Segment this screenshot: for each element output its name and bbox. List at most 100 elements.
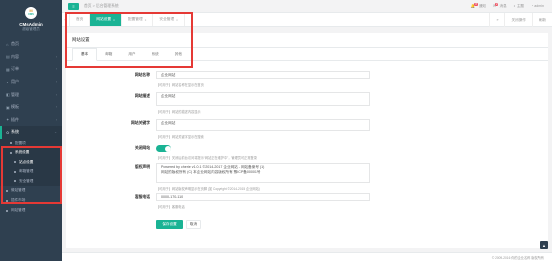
account-link[interactable]: ◔ admin — [531, 4, 544, 8]
account-label: admin — [534, 4, 544, 8]
sidebar-item-microsite[interactable]: 微站管理 — [0, 186, 62, 196]
sidebar-item-site-manage[interactable]: 网站管理 — [0, 206, 62, 216]
sidebar-subitem-config[interactable]: 配置项 — [0, 139, 62, 148]
page-footer: © 2009-2016 你的企业名称 版权所有 — [62, 252, 552, 261]
message-link[interactable]: ✉2 消息 — [493, 2, 507, 9]
main-content: 网站设置 基本 邮箱 用户 系统 其他 网站名称 企业网站 【可用于】网站名称在… — [62, 27, 552, 261]
tabs-next-button[interactable]: » — [489, 13, 504, 27]
refresh-label: 刷新 — [538, 17, 546, 22]
sidebar-submenu: 配置项 系统设置 站点设置 邮箱管理 安全管理 — [0, 138, 62, 186]
tab-site-settings[interactable]: 网站设置 × — [90, 13, 122, 26]
top-header: ≡ 首页 > 后台管理系统 🔔8 通知 ✉2 消息 ◐ 主题 ◔ admin — [62, 0, 552, 13]
sidebar-item-templates[interactable]: ▣ 模板 › — [0, 101, 62, 114]
sidebar-user-panel: M CMS CMsAdmin 超级管理员 — [0, 0, 62, 38]
close-operations-button[interactable]: 关闭操作 — [504, 13, 531, 27]
chevron-right-icon: › — [55, 54, 57, 59]
chevron-right-icon: » — [496, 18, 499, 22]
copyright-textarea[interactable]: Powered by cherie v1.0.1 ©2014-2017 企业网站… — [156, 163, 370, 183]
sidebar-item-label: 用户 — [11, 79, 19, 85]
sidebar-subitem-label: 系统设置 — [15, 150, 30, 155]
notification-label: 通知 — [478, 3, 487, 8]
sidebar-item-label: 订单 — [11, 66, 19, 72]
user-icon: ◔ — [531, 4, 534, 8]
page-title: 网站设置 — [66, 33, 548, 48]
bullet-icon — [14, 161, 16, 164]
bullet-icon — [6, 209, 8, 212]
message-label: 消息 — [499, 3, 507, 8]
site-keywords-textarea[interactable]: 企业网站 — [156, 119, 370, 131]
sidebar-sub-submenu: 站点设置 邮箱管理 安全管理 — [0, 158, 62, 186]
close-site-label: 关闭网站 — [134, 146, 150, 150]
close-icon[interactable]: × — [145, 18, 147, 22]
user-role: 超级管理员 — [22, 26, 40, 31]
sidebar-subitem-security[interactable]: 安全管理 — [0, 176, 62, 185]
site-name-label: 网站名称 — [134, 73, 150, 77]
tab-security[interactable]: 安全管理 × — [153, 13, 185, 26]
close-operations-label: 关闭操作 — [511, 17, 526, 22]
cancel-button[interactable]: 取消 — [186, 220, 201, 229]
bullet-icon — [10, 142, 12, 145]
notification-badge: 8 — [474, 2, 478, 6]
form-tab-mail[interactable]: 邮箱 — [97, 48, 120, 60]
form-tab-basic[interactable]: 基本 — [72, 48, 98, 61]
tabs-prev-button[interactable]: « — [62, 13, 70, 26]
sidebar-item-label: 内容 — [11, 53, 19, 59]
chevron-right-icon: › — [55, 105, 57, 110]
tab-home[interactable]: 首页 — [70, 13, 91, 26]
tab-label: 配置管理 — [127, 17, 143, 21]
tab-label: 安全管理 — [159, 17, 175, 21]
sidebar: M CMS CMsAdmin 超级管理员 ⌂ 首页 ▤ 内容 › ▦ 订单 › … — [0, 0, 62, 261]
save-button[interactable]: 保存设置 — [156, 220, 183, 229]
tab-label: 网站设置 — [96, 17, 112, 21]
sidebar-item-plugin-market[interactable]: 插件市场 — [0, 196, 62, 206]
phone-input[interactable]: 0000-170-110 — [156, 193, 370, 201]
form-tab-user[interactable]: 用户 — [120, 48, 143, 60]
footer-text: © 2009-2016 你的企业名称 版权所有 — [491, 255, 544, 260]
back-to-top-button[interactable]: ▲ — [540, 241, 548, 249]
palette-icon: ◐ — [513, 3, 516, 8]
avatar-caption: CMS — [28, 12, 34, 16]
sidebar-item-orders[interactable]: ▦ 订单 › — [0, 63, 62, 76]
chevron-right-icon: › — [55, 92, 57, 97]
bullet-icon — [6, 199, 8, 202]
tab-config[interactable]: 配置管理 × — [122, 13, 154, 26]
form-tab-other[interactable]: 其他 — [167, 48, 190, 60]
sidebar-item-label: 插件市场 — [11, 198, 26, 203]
avatar[interactable]: M CMS — [25, 6, 37, 19]
site-name-input[interactable]: 企业网站 — [156, 71, 370, 79]
sidebar-item-system[interactable]: ✿ 系统 ⌄ — [0, 126, 62, 139]
sidebar-item-content[interactable]: ▤ 内容 › — [0, 51, 62, 64]
close-site-toggle[interactable] — [156, 145, 171, 152]
sidebar-subitem-mail[interactable]: 邮箱管理 — [0, 167, 62, 176]
sidebar-item-label: 管理 — [11, 91, 19, 97]
close-icon[interactable]: × — [176, 18, 178, 22]
notification-link[interactable]: 🔔8 通知 — [471, 2, 487, 9]
sidebar-item-users[interactable]: ◔ 用户 › — [0, 76, 62, 89]
close-site-help: 【可用于】关闭后前台访问将提示“网站正在维护中”，管理员可正常登录 — [156, 156, 257, 160]
site-name-help: 【可用于】网站名称在显示在首页 — [156, 83, 204, 87]
sidebar-subitem-system-settings[interactable]: 系统设置 — [0, 148, 62, 157]
theme-link[interactable]: ◐ 主题 — [514, 4, 524, 9]
refresh-button[interactable]: 刷新 — [531, 13, 552, 27]
site-desc-textarea[interactable]: 企业网站 — [156, 92, 370, 106]
site-keywords-label: 网站关键字 — [131, 121, 150, 125]
sidebar-subitem-label: 安全管理 — [19, 178, 34, 183]
settings-card: 网站设置 基本 邮箱 用户 系统 其他 网站名称 企业网站 【可用于】网站名称在… — [66, 33, 548, 248]
close-icon[interactable]: × — [113, 18, 115, 22]
sidebar-item-label: 系统 — [11, 129, 19, 135]
sidebar-subitem-site-settings[interactable]: 站点设置 — [0, 158, 62, 167]
sidebar-item-manage[interactable]: ◧ 管理 › — [0, 88, 62, 101]
arrow-up-icon: ▲ — [542, 242, 546, 248]
breadcrumb: 首页 > 后台管理系统 — [84, 3, 119, 8]
form-tab-system[interactable]: 系统 — [144, 48, 167, 60]
toggle-knob — [164, 145, 171, 152]
menu-toggle-button[interactable]: ≡ — [68, 2, 79, 10]
sidebar-subitem-label: 站点设置 — [19, 159, 34, 164]
chevron-right-icon: › — [55, 67, 57, 72]
sidebar-item-plugins[interactable]: ✦ 插件 › — [0, 114, 62, 127]
sidebar-item-label: 首页 — [11, 41, 19, 47]
copyright-help: 【可用于】网站版权声明显示在页脚 (如 Copyright ©2014-2015… — [156, 187, 260, 191]
message-badge: 2 — [495, 2, 499, 6]
bullet-icon — [14, 180, 16, 182]
sidebar-item-home[interactable]: ⌂ 首页 — [0, 38, 62, 51]
